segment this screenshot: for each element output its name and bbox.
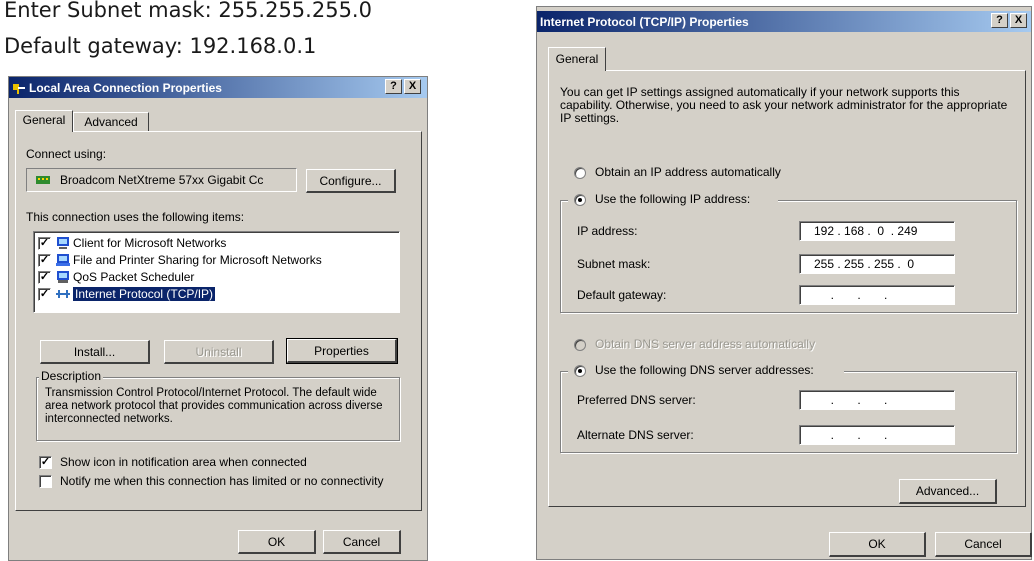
notify-checkbox[interactable] [39,475,52,488]
client-networks-label: Client for Microsoft Networks [73,236,227,250]
properties-button[interactable]: Properties [286,338,398,364]
qos-scheduler-label: QoS Packet Scheduler [73,270,195,284]
lac-help-button[interactable]: ? [385,79,402,94]
file-printer-sharing-checkbox[interactable]: ✓ [38,253,51,267]
list-item-tcp-ip[interactable]: ✓ Internet Protocol (TCP/IP) [38,286,216,302]
subnet-mask-field[interactable]: 255 . 255 . 255 . 0 [799,254,955,274]
obtain-dns-label: Obtain DNS server address automatically [595,337,816,351]
obtain-dns-radio[interactable] [574,339,586,351]
file-printer-sharing-icon [56,254,70,266]
list-item-client-networks[interactable]: ✓ Client for Microsoft Networks [38,235,226,251]
caption-subnet-instruction: Enter Subnet mask: 255.255.255.0 [4,0,372,22]
items-label: This connection uses the following items… [26,210,245,224]
show-icon-label: Show icon in notification area when conn… [60,455,307,469]
lac-title: Local Area Connection Properties [29,80,222,95]
lac-properties-window: Local Area Connection Properties ? X Gen… [8,76,428,561]
lac-tab-advanced[interactable]: Advanced [73,112,149,132]
network-connection-icon [13,83,25,94]
subnet-mask-label: Subnet mask: [577,257,651,271]
qos-scheduler-checkbox[interactable]: ✓ [38,270,51,284]
adapter-field: Broadcom NetXtreme 57xx Gigabit Cc [26,168,297,192]
qos-scheduler-icon [57,271,69,283]
connect-using-label: Connect using: [26,147,107,161]
preferred-dns-label: Preferred DNS server: [577,393,696,407]
ip-address-field[interactable]: 192 . 168 . 0 . 249 [799,221,955,241]
tcpip-properties-window: Internet Protocol (TCP/IP) Properties ? … [536,6,1032,560]
show-icon-checkbox[interactable]: ✓ [39,456,52,469]
description-text: Transmission Control Protocol/Internet P… [45,387,383,425]
lac-tab-general[interactable]: General [15,110,73,132]
preferred-dns-field[interactable]: . . . [799,390,955,410]
lac-ok-button[interactable]: OK [238,530,316,554]
install-button[interactable]: Install... [40,340,150,364]
default-gateway-field[interactable]: . . . [799,285,955,305]
ip-address-label: IP address: [577,224,638,238]
list-item-qos-scheduler[interactable]: ✓ QoS Packet Scheduler [38,269,194,285]
obtain-ip-radio[interactable] [574,167,586,179]
tcp-ip-checkbox[interactable]: ✓ [38,287,51,301]
description-title: Description [39,369,104,383]
use-dns-label: Use the following DNS server addresses: [595,363,814,377]
obtain-ip-label: Obtain an IP address automatically [595,165,781,179]
network-adapter-icon [36,176,50,184]
adapter-name: Broadcom NetXtreme 57xx Gigabit Cc [60,173,264,187]
use-ip-label: Use the following IP address: [595,192,751,206]
network-client-icon [57,237,69,249]
alternate-dns-label: Alternate DNS server: [577,428,694,442]
lac-close-button[interactable]: X [404,79,421,94]
protocol-icon [56,290,70,298]
client-networks-checkbox[interactable]: ✓ [38,236,51,250]
lac-cancel-button[interactable]: Cancel [323,530,401,554]
file-printer-sharing-label: File and Printer Sharing for Microsoft N… [73,253,322,267]
tcpip-ok-button[interactable]: OK [829,532,926,557]
components-list[interactable]: ✓ Client for Microsoft Networks ✓ File a… [33,231,400,313]
default-gateway-label: Default gateway: [577,288,667,302]
caption-gateway-instruction: Default gateway: 192.168.0.1 [4,34,317,58]
tcpip-cancel-button[interactable]: Cancel [935,532,1032,557]
configure-button[interactable]: Configure... [306,169,396,193]
alternate-dns-field[interactable]: . . . [799,425,955,445]
tcp-ip-label: Internet Protocol (TCP/IP) [73,287,216,301]
tcpip-titlebar[interactable]: Internet Protocol (TCP/IP) Properties ? … [537,11,1031,32]
tcpip-close-button[interactable]: X [1010,13,1027,28]
advanced-button[interactable]: Advanced... [899,479,997,504]
tcpip-tab-general[interactable]: General [548,47,606,71]
lac-titlebar[interactable]: Local Area Connection Properties ? X [9,77,427,98]
use-dns-radio[interactable] [574,365,586,377]
list-item-file-printer-sharing[interactable]: ✓ File and Printer Sharing for Microsoft… [38,252,322,268]
use-ip-radio[interactable] [574,194,586,206]
tcpip-intro-text: You can get IP settings assigned automat… [560,85,1008,125]
notify-label: Notify me when this connection has limit… [60,474,384,488]
tcpip-title: Internet Protocol (TCP/IP) Properties [540,14,749,29]
tcpip-help-button[interactable]: ? [991,13,1008,28]
uninstall-button[interactable]: Uninstall [164,340,274,364]
